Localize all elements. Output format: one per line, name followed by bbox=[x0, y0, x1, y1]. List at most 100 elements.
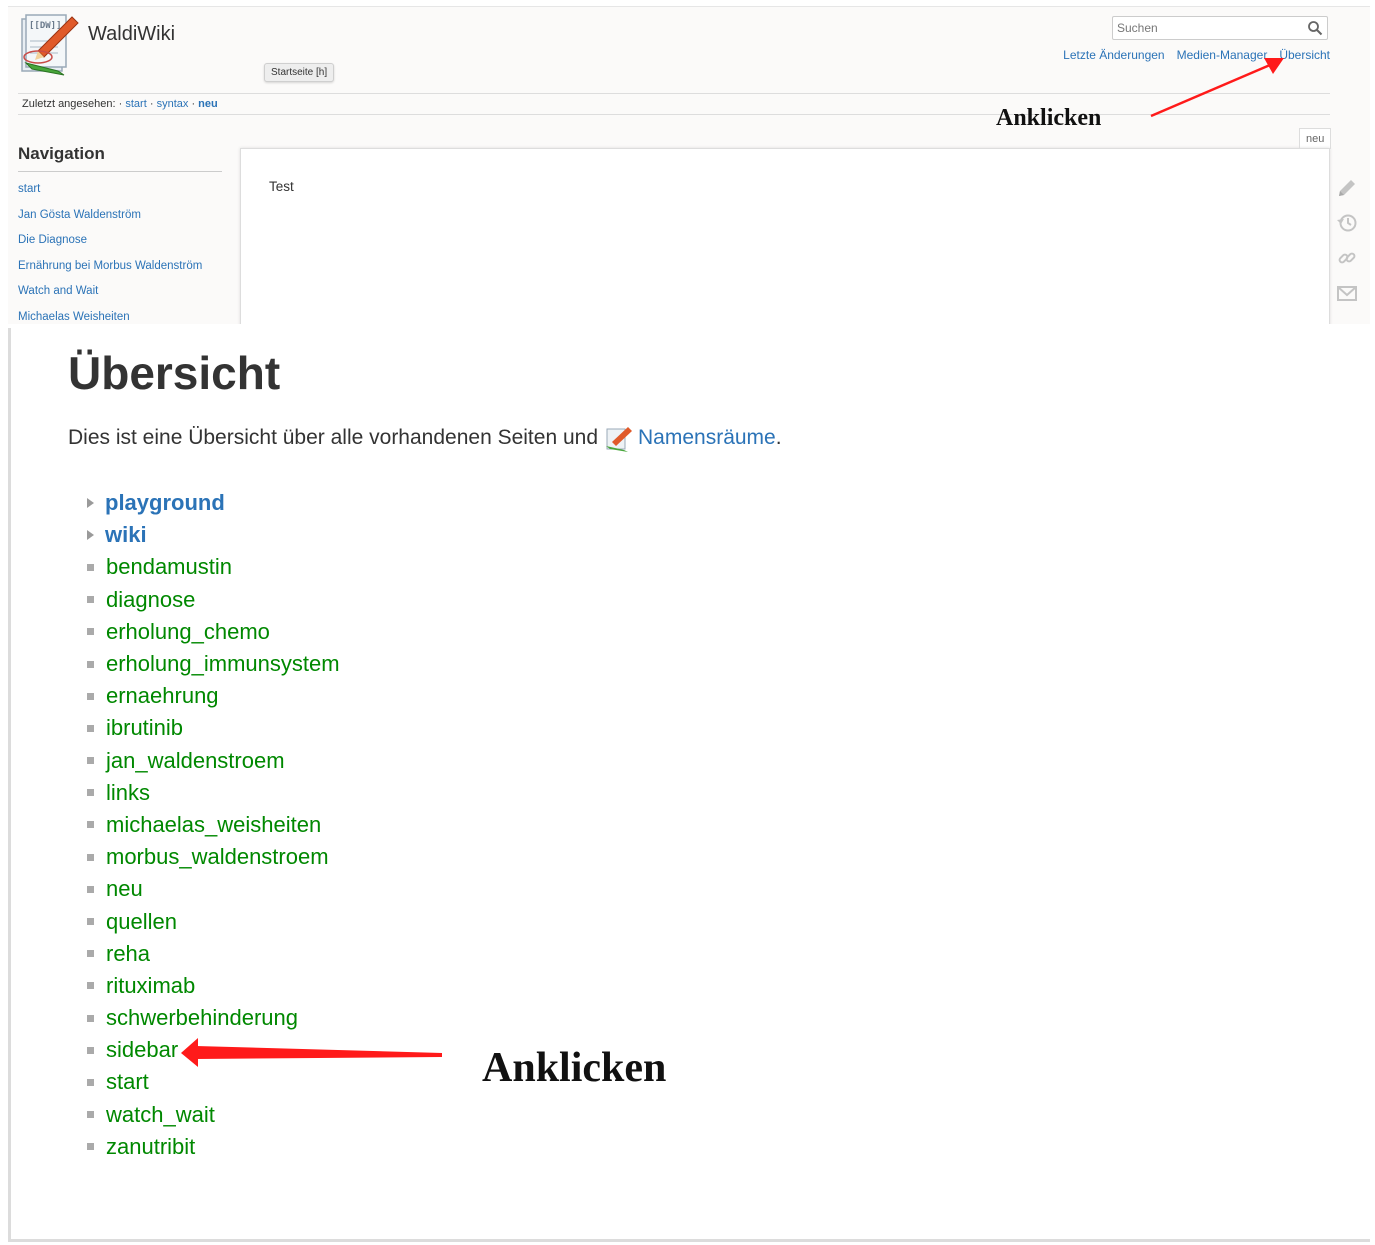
list-item: quellen bbox=[85, 905, 340, 937]
dokuwiki-logo-icon[interactable]: [[DW]] bbox=[18, 11, 80, 77]
list-item: reha bbox=[85, 938, 340, 970]
breadcrumb-syntax[interactable]: syntax bbox=[157, 98, 189, 110]
list-item: neu bbox=[85, 873, 340, 905]
page-link-reha[interactable]: reha bbox=[106, 938, 150, 970]
bullet-square-icon bbox=[87, 821, 94, 829]
page-link-ernaehrung[interactable]: ernaehrung bbox=[106, 680, 219, 712]
bullet-square-icon bbox=[87, 1014, 94, 1022]
page-link-bendamustin[interactable]: bendamustin bbox=[106, 551, 232, 583]
sidebar-title: Navigation bbox=[18, 144, 105, 163]
sitemap-list: playground wiki bendamustin diagnose erh… bbox=[85, 487, 340, 1163]
sidebar-link-diagnose[interactable]: Die Diagnose bbox=[18, 234, 87, 246]
search-box[interactable] bbox=[1112, 16, 1328, 40]
bullet-square-icon bbox=[87, 950, 94, 958]
annotation-label-bottom: Anklicken bbox=[482, 1045, 667, 1091]
page-link-schwerbehinderung[interactable]: schwerbehinderung bbox=[106, 1002, 298, 1034]
list-item: wiki bbox=[85, 519, 340, 551]
breadcrumb-neu[interactable]: neu bbox=[198, 98, 218, 110]
sidebar-item: start bbox=[18, 181, 202, 207]
expand-triangle-icon[interactable] bbox=[87, 498, 94, 509]
list-item: erholung_chemo bbox=[85, 616, 340, 648]
sidebar-link-watch-wait[interactable]: Watch and Wait bbox=[18, 285, 98, 297]
annotation-label-top: Anklicken bbox=[996, 105, 1102, 131]
sidebar-link-start[interactable]: start bbox=[18, 183, 40, 195]
bullet-square-icon bbox=[87, 692, 94, 700]
site-title[interactable]: WaldiWiki bbox=[88, 23, 175, 46]
bullet-square-icon bbox=[87, 596, 94, 604]
page-link-ibrutinib[interactable]: ibrutinib bbox=[106, 712, 183, 744]
sidebar-item: Michaelas Weisheiten bbox=[18, 309, 202, 324]
page-link-diagnose[interactable]: diagnose bbox=[106, 584, 195, 616]
bullet-square-icon bbox=[87, 563, 94, 571]
page-content: Test bbox=[240, 148, 1330, 324]
bullet-square-icon bbox=[87, 885, 94, 893]
dokuwiki-page-screenshot: [[DW]] WaldiWiki Letzte Änderungen Medie… bbox=[8, 6, 1370, 324]
page-text: Test bbox=[269, 179, 294, 194]
home-tooltip: Startseite [h] bbox=[264, 63, 335, 82]
page-link-michaelas-weisheiten[interactable]: michaelas_weisheiten bbox=[106, 809, 321, 841]
site-tools: Letzte Änderungen Medien-Manager Übersic… bbox=[1063, 48, 1330, 62]
namespaces-link[interactable]: Namensräume bbox=[638, 426, 776, 450]
page-link-morbus-waldenstroem[interactable]: morbus_waldenstroem bbox=[106, 841, 329, 873]
bullet-square-icon bbox=[87, 789, 94, 797]
list-item: playground bbox=[85, 487, 340, 519]
page-link-start[interactable]: start bbox=[106, 1066, 149, 1098]
sidebar-item: Watch and Wait bbox=[18, 283, 202, 309]
recent-changes-link[interactable]: Letzte Änderungen bbox=[1063, 48, 1164, 62]
list-item: morbus_waldenstroem bbox=[85, 841, 340, 873]
sitemap-page-screenshot: Übersicht Dies ist eine Übersicht über a… bbox=[8, 328, 1370, 1242]
page-id-tab: neu bbox=[1299, 128, 1332, 149]
list-item: watch_wait bbox=[85, 1099, 340, 1131]
sidebar-link-ernaehrung[interactable]: Ernährung bei Morbus Waldenström bbox=[18, 260, 202, 272]
page-link-rituximab[interactable]: rituximab bbox=[106, 970, 195, 1002]
page-link-neu[interactable]: neu bbox=[106, 873, 143, 905]
list-item: jan_waldenstroem bbox=[85, 745, 340, 777]
page-link-zanutribit[interactable]: zanutribit bbox=[106, 1131, 195, 1163]
bullet-square-icon bbox=[87, 660, 94, 668]
expand-triangle-icon[interactable] bbox=[87, 530, 94, 541]
bullet-square-icon bbox=[87, 724, 94, 732]
page-link-sidebar[interactable]: sidebar bbox=[106, 1034, 178, 1066]
sidebar-link-weisheiten[interactable]: Michaelas Weisheiten bbox=[18, 311, 130, 323]
link-icon[interactable] bbox=[1336, 247, 1358, 269]
list-item: start bbox=[85, 1066, 340, 1098]
mail-icon[interactable] bbox=[1336, 282, 1358, 304]
bullet-square-icon bbox=[87, 1046, 94, 1054]
sidebar-divider bbox=[18, 171, 222, 172]
namespace-link-wiki[interactable]: wiki bbox=[105, 519, 147, 551]
bullet-square-icon bbox=[87, 918, 94, 926]
search-input[interactable] bbox=[1113, 17, 1301, 39]
page-link-jan-waldenstroem[interactable]: jan_waldenstroem bbox=[106, 745, 285, 777]
page-link-links[interactable]: links bbox=[106, 777, 150, 809]
list-item: michaelas_weisheiten bbox=[85, 809, 340, 841]
media-manager-link[interactable]: Medien-Manager bbox=[1177, 48, 1268, 62]
sitemap-link[interactable]: Übersicht bbox=[1279, 48, 1330, 62]
list-item: sidebar bbox=[85, 1034, 340, 1066]
bullet-square-icon bbox=[87, 757, 94, 765]
page-tools bbox=[1336, 177, 1362, 317]
breadcrumb-start[interactable]: start bbox=[125, 98, 146, 110]
page-link-watch-wait[interactable]: watch_wait bbox=[106, 1099, 215, 1131]
history-icon[interactable] bbox=[1336, 212, 1358, 234]
bullet-square-icon bbox=[87, 1111, 94, 1119]
list-item: erholung_immunsystem bbox=[85, 648, 340, 680]
sidebar-item: Ernährung bei Morbus Waldenström bbox=[18, 258, 202, 284]
breadcrumb: Zuletzt angesehen: · start · syntax · ne… bbox=[22, 98, 218, 110]
namespace-link-playground[interactable]: playground bbox=[105, 487, 225, 519]
dokuwiki-logo-icon bbox=[606, 427, 632, 452]
search-icon[interactable] bbox=[1307, 20, 1323, 36]
sidebar-link-jan[interactable]: Jan Gösta Waldenström bbox=[18, 209, 141, 221]
bullet-square-icon bbox=[87, 982, 94, 990]
page-link-quellen[interactable]: quellen bbox=[106, 906, 177, 938]
list-item: rituximab bbox=[85, 970, 340, 1002]
bullet-square-icon bbox=[87, 628, 94, 636]
sidebar-nav: start Jan Gösta Waldenström Die Diagnose… bbox=[18, 181, 202, 324]
list-item: bendamustin bbox=[85, 551, 340, 583]
sidebar-item: Die Diagnose bbox=[18, 232, 202, 258]
page-link-erholung-chemo[interactable]: erholung_chemo bbox=[106, 616, 270, 648]
intro-text: Dies ist eine Übersicht über alle vorhan… bbox=[68, 426, 598, 449]
page-link-erholung-immunsystem[interactable]: erholung_immunsystem bbox=[106, 648, 340, 680]
pencil-icon[interactable] bbox=[1336, 177, 1358, 199]
list-item: zanutribit bbox=[85, 1131, 340, 1163]
list-item: diagnose bbox=[85, 584, 340, 616]
